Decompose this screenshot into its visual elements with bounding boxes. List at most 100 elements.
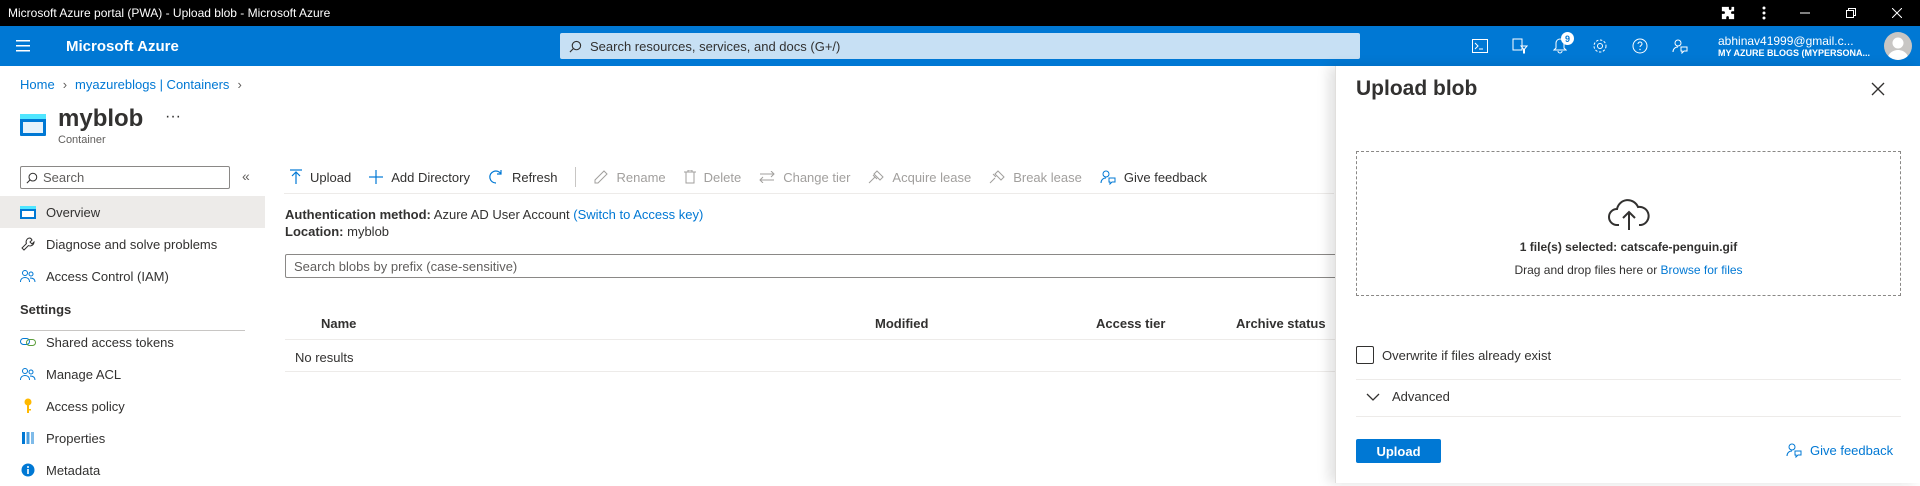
column-header-access-tier[interactable]: Access tier — [1096, 316, 1165, 331]
brand-title[interactable]: Microsoft Azure — [66, 38, 556, 55]
breadcrumb-separator-icon: › — [62, 77, 68, 92]
break-lease-icon — [989, 170, 1005, 184]
column-header-archive-status[interactable]: Archive status — [1236, 316, 1326, 331]
location-label: Location: — [285, 224, 344, 239]
sidebar-search-input[interactable]: Search — [20, 166, 230, 189]
drag-drop-text: Drag and drop files here or — [1514, 263, 1658, 277]
sidebar-item-label: Overview — [46, 204, 101, 220]
close-icon[interactable] — [1871, 80, 1885, 101]
container-icon — [20, 114, 46, 136]
sidebar-item-label: Access policy — [46, 398, 125, 414]
overwrite-checkbox[interactable] — [1356, 346, 1374, 364]
rename-icon — [594, 170, 609, 184]
sidebar-nav: Overview Diagnose and solve problems Acc… — [0, 196, 265, 486]
change-tier-button[interactable]: Change tier — [759, 170, 850, 185]
portal-topbar: Microsoft Azure Search resources, servic… — [0, 26, 1920, 66]
change-tier-label: Change tier — [783, 169, 851, 185]
feedback-icon — [1786, 442, 1802, 458]
refresh-icon — [488, 169, 504, 185]
upload-button[interactable]: Upload — [290, 169, 351, 185]
column-header-modified[interactable]: Modified — [875, 316, 928, 331]
cloud-upload-icon — [1607, 199, 1651, 234]
sidebar-item-label: Shared access tokens — [46, 334, 174, 350]
help-icon[interactable] — [1620, 26, 1660, 66]
link-icon — [20, 337, 36, 347]
file-drop-zone[interactable]: 1 file(s) selected: catscafe-penguin.gif… — [1356, 151, 1901, 296]
refresh-button[interactable]: Refresh — [488, 169, 557, 185]
sidebar-item-access-policy[interactable]: Access policy — [0, 390, 265, 422]
acquire-lease-label: Acquire lease — [892, 169, 972, 185]
cloud-shell-icon[interactable] — [1460, 26, 1500, 66]
sidebar-item-metadata[interactable]: Metadata — [0, 454, 265, 486]
sidebar-item-label: Access Control (IAM) — [46, 268, 169, 284]
upload-submit-button[interactable]: Upload — [1356, 439, 1441, 463]
account-menu[interactable]: abhinav41999@gmail.c... MY AZURE BLOGS (… — [1718, 26, 1870, 66]
sidebar-item-access-control[interactable]: Access Control (IAM) — [0, 260, 265, 292]
breadcrumb-containers[interactable]: myazureblogs | Containers — [75, 77, 229, 92]
more-options-icon[interactable]: ··· — [165, 108, 181, 126]
break-lease-button[interactable]: Break lease — [989, 170, 1082, 185]
collapse-sidebar-icon[interactable]: « — [242, 168, 250, 184]
command-bar: Upload Add Directory Refresh Rename Dele… — [290, 164, 1225, 190]
close-window-icon[interactable] — [1874, 0, 1920, 26]
account-directory: MY AZURE BLOGS (MYPERSONA... — [1718, 48, 1871, 58]
key-icon — [20, 398, 36, 414]
menu-icon[interactable] — [0, 26, 46, 66]
browse-for-files-link[interactable]: Browse for files — [1661, 263, 1743, 277]
people-icon — [20, 269, 36, 283]
account-email: abhinav41999@gmail.c... — [1718, 34, 1854, 48]
add-directory-label: Add Directory — [391, 169, 470, 185]
delete-button[interactable]: Delete — [683, 170, 741, 185]
panel-divider — [1356, 416, 1901, 417]
sidebar-item-properties[interactable]: Properties — [0, 422, 265, 454]
rename-button[interactable]: Rename — [594, 170, 666, 185]
sidebar-item-diagnose[interactable]: Diagnose and solve problems — [0, 228, 265, 260]
overwrite-label: Overwrite if files already exist — [1382, 347, 1552, 363]
notifications-icon[interactable]: 9 — [1540, 26, 1580, 66]
advanced-toggle[interactable]: Advanced — [1366, 389, 1450, 404]
blob-search-placeholder: Search blobs by prefix (case-sensitive) — [294, 258, 518, 274]
chevron-down-icon — [1366, 393, 1380, 401]
sidebar-item-label: Metadata — [46, 462, 101, 478]
breadcrumb: Home › myazureblogs | Containers › — [20, 77, 242, 92]
restore-icon[interactable] — [1828, 0, 1874, 26]
page-header: myblob — [20, 104, 143, 136]
table-row-divider — [285, 371, 1335, 372]
trash-icon — [683, 170, 696, 184]
sidebar-item-label: Properties — [46, 430, 106, 446]
avatar[interactable] — [1884, 32, 1912, 60]
global-search-input[interactable]: Search resources, services, and docs (G+… — [560, 33, 1360, 59]
panel-divider — [1356, 379, 1901, 380]
page-subtitle: Container — [58, 134, 106, 146]
sidebar-item-label: Diagnose and solve problems — [46, 236, 218, 252]
column-header-name[interactable]: Name — [321, 316, 356, 331]
toolbar-divider — [284, 193, 1334, 194]
window-titlebar: Microsoft Azure portal (PWA) - Upload bl… — [0, 0, 1920, 26]
sidebar-item-overview[interactable]: Overview — [0, 196, 265, 228]
switch-to-access-key-link[interactable]: (Switch to Access key) — [573, 207, 703, 222]
give-feedback-button[interactable]: Give feedback — [1100, 169, 1207, 185]
breadcrumb-home[interactable]: Home — [20, 77, 55, 92]
swap-icon — [759, 171, 775, 183]
panel-give-feedback-button[interactable]: Give feedback — [1786, 442, 1893, 458]
upload-arrow-icon — [290, 169, 302, 185]
plus-icon — [369, 170, 384, 184]
more-vertical-icon[interactable] — [1746, 0, 1782, 26]
blob-prefix-search-input[interactable]: Search blobs by prefix (case-sensitive) — [285, 254, 1345, 278]
upload-blob-panel: Upload blob 1 file(s) selected: catscafe… — [1335, 66, 1920, 483]
sidebar-item-manage-acl[interactable]: Manage ACL — [0, 358, 265, 390]
table-header-divider — [285, 339, 1335, 340]
overwrite-option[interactable]: Overwrite if files already exist — [1356, 346, 1551, 364]
auth-method-label: Authentication method: — [285, 207, 431, 222]
search-icon — [560, 40, 590, 53]
sidebar-search-placeholder: Search — [43, 170, 85, 185]
settings-gear-icon[interactable] — [1580, 26, 1620, 66]
feedback-icon[interactable] — [1660, 26, 1700, 66]
info-icon — [20, 463, 36, 477]
add-directory-button[interactable]: Add Directory — [369, 170, 470, 185]
extensions-icon[interactable] — [1710, 0, 1746, 26]
minimize-icon[interactable] — [1782, 0, 1828, 26]
directory-filter-icon[interactable] — [1500, 26, 1540, 66]
breadcrumb-separator-icon: › — [237, 77, 242, 92]
acquire-lease-button[interactable]: Acquire lease — [868, 170, 971, 185]
